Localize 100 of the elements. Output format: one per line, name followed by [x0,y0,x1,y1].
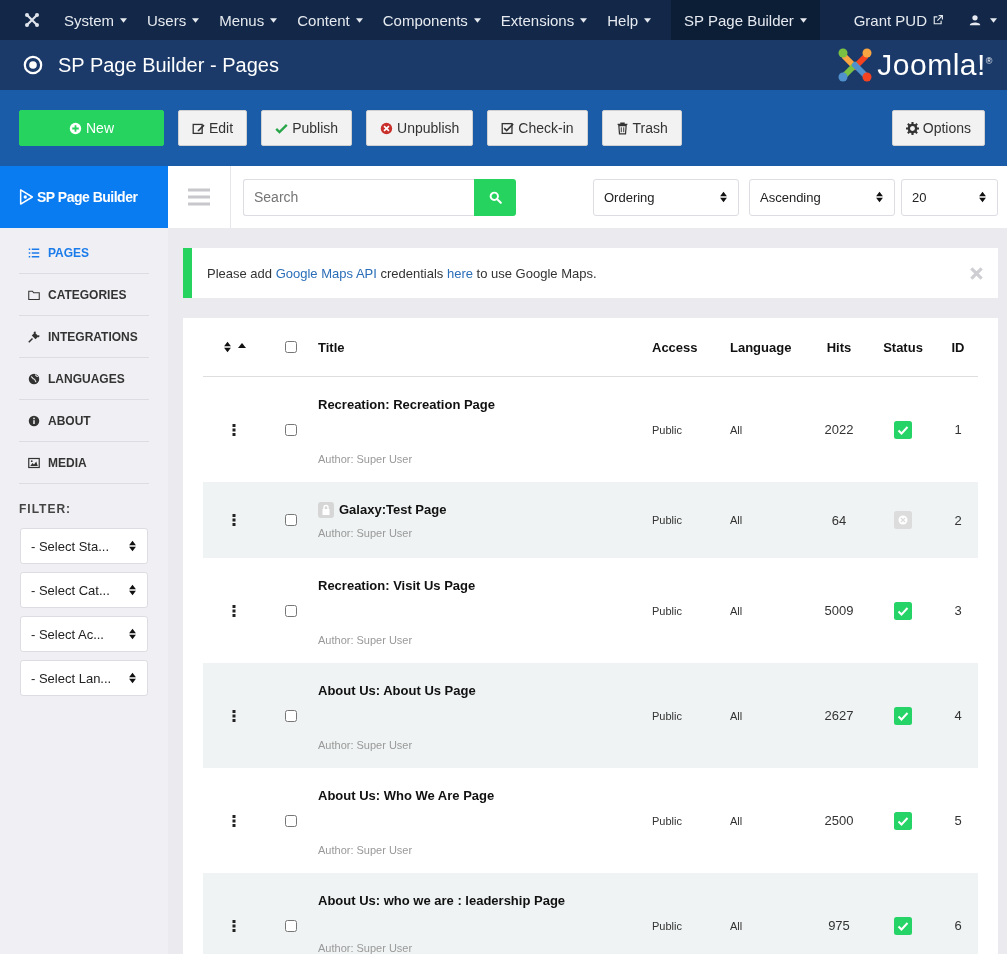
external-link-icon [933,15,943,25]
select-all-checkbox[interactable] [284,341,297,353]
filter-label: FILTER: [19,502,73,516]
search-icon [488,190,502,204]
row-checkbox[interactable] [284,919,297,932]
plus-circle-icon [69,121,82,135]
page-title-link[interactable]: About Us: About Us Page [318,683,476,698]
caret-icon [192,17,200,23]
page-title-link[interactable]: Galaxy:Test Page [339,502,447,517]
alert-link[interactable]: Google Maps API [275,265,377,281]
menu-item[interactable]: Extensions [490,0,598,40]
sidebar-item[interactable]: PAGES [19,232,149,274]
published-check-icon[interactable] [894,706,912,725]
table-cell-text: All [730,919,744,932]
site-link[interactable]: Grant PUD [843,0,953,40]
play-triangle-icon [19,188,34,206]
sort-icon [978,191,987,203]
menu-item[interactable]: Components [372,0,491,40]
checkbox-icon [501,121,515,135]
row-checkbox[interactable] [284,423,297,436]
edit-icon [192,121,205,135]
logo-icon [837,47,874,83]
row-checkbox[interactable] [284,814,297,827]
menu-item[interactable]: Menus [209,0,288,40]
sidebar-item[interactable]: ABOUT [19,400,149,442]
table-cell-text: 975 [827,918,851,933]
brand-name: SP Page Builder [37,189,138,205]
row-checkbox[interactable] [284,709,297,722]
published-check-icon[interactable] [894,601,912,620]
row-checkbox[interactable] [284,604,297,617]
caret-icon [473,17,481,23]
sort-icon [128,540,137,552]
sort-icon [128,628,137,640]
sort-icon [719,191,728,203]
author-text: Author: Super User [318,453,413,465]
sort-ascending-icon [237,342,246,348]
column-header[interactable]: ID [951,339,965,355]
alert-text: Please add Google Maps API credentials here to use Google Maps. [207,265,598,281]
table-cell-text: Public [652,514,683,526]
toolbar-button[interactable]: Check-in [487,110,588,146]
sidebar-item[interactable]: LANGUAGES [19,358,149,400]
row-checkbox[interactable] [284,514,297,526]
table-cell-text: All [730,604,744,617]
direction-select[interactable]: Ascending [749,178,895,216]
toolbar-button[interactable]: Options [891,110,985,146]
search-field[interactable]: Search [243,178,474,216]
toolbar-button[interactable]: Edit [178,110,248,146]
sidebar-item[interactable]: CATEGORIES [19,274,149,316]
column-header[interactable]: Status [883,339,923,355]
table-cell-text: 2627 [823,708,855,723]
drag-handle-icon [232,423,236,436]
column-header[interactable]: Access [652,339,698,355]
caret-icon [990,17,997,23]
menu-item[interactable]: Users [137,0,210,40]
menu-item[interactable]: System [54,0,137,40]
alert-link[interactable]: here [446,265,473,281]
caret-icon [355,17,363,23]
sidebar-item[interactable]: MEDIA [19,442,149,484]
published-check-icon[interactable] [894,420,912,439]
column-header[interactable]: Title [318,339,345,355]
ordering-select[interactable]: Ordering [593,178,739,216]
table-cell-text: Public [652,919,683,932]
table-cell-text: Public [652,709,683,722]
table-cell-text: 5009 [823,603,855,618]
plug-icon [28,330,40,343]
filter-select[interactable]: - Select Ac... [20,616,148,652]
filter-select[interactable]: - Select Lan... [20,660,148,696]
sort-icon [128,672,137,684]
limit-select[interactable]: 20 [901,178,998,216]
menu-item[interactable]: SP Page Builder [671,0,820,40]
page-title-link[interactable]: About Us: who we are : leadership Page [318,893,566,908]
gear-icon [905,121,919,135]
filter-select[interactable]: - Select Sta... [20,528,148,564]
toolbar-button[interactable]: Publish [261,110,353,146]
page-title-link[interactable]: Recreation: Visit Us Page [318,578,476,593]
sidebar-item[interactable]: INTEGRATIONS [19,316,149,358]
toolbar-button[interactable]: Trash [601,110,682,146]
drag-handle-icon [232,514,236,526]
page-title: SP Page Builder - Pages [58,53,279,77]
table-cell-text: Public [652,814,683,827]
page-title-link[interactable]: Recreation: Recreation Page [318,397,495,412]
toolbar-button[interactable]: Unpublish [366,110,474,146]
table-cell-text: All [730,514,744,526]
page-title-link[interactable]: About Us: Who We Are Page [318,788,495,803]
user-icon [969,14,981,26]
column-header[interactable]: Language [730,339,792,355]
info-icon [28,414,40,427]
table-cell-text: 64 [830,512,848,528]
menu-item[interactable]: Content [287,0,373,40]
table-cell-text: 2022 [823,422,855,437]
column-header[interactable]: Hits [826,339,852,355]
image-icon [28,456,40,469]
published-check-icon[interactable] [894,811,912,830]
menu-item[interactable]: Help [597,0,662,40]
sort-icon [222,341,232,353]
target-icon [23,55,43,75]
published-check-icon[interactable] [894,916,912,935]
folder-icon [28,288,40,301]
filter-select[interactable]: - Select Cat... [20,572,148,608]
x-circle-icon [380,121,394,135]
